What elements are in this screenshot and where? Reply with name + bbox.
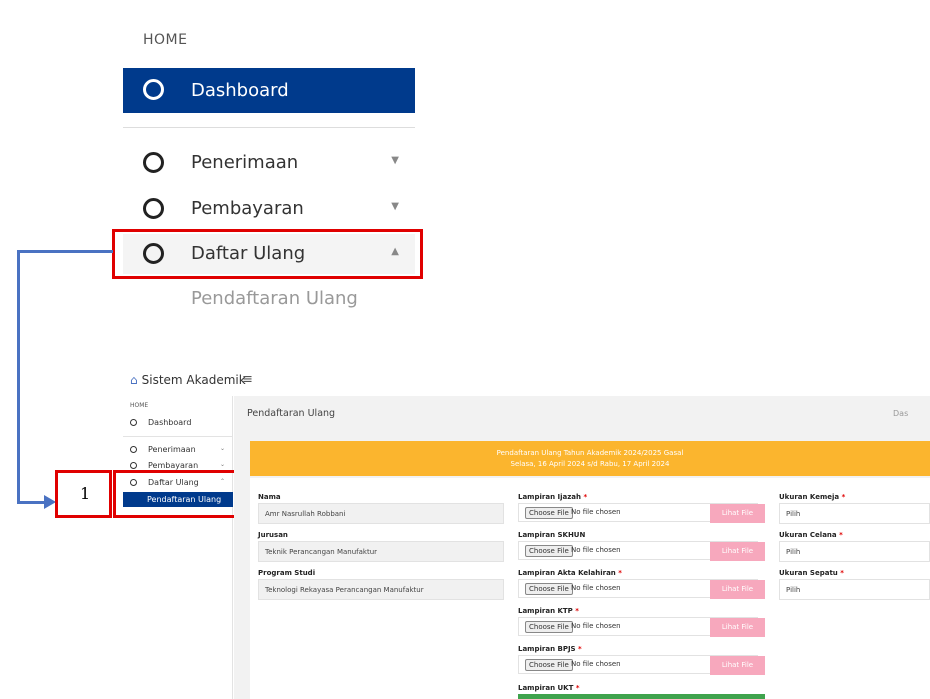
choose-file-button[interactable]: Choose File [525,583,573,595]
circle-icon [143,152,164,173]
choose-file-button[interactable]: Choose File [525,545,573,557]
circle-icon [130,462,137,469]
sidebar-divider [123,436,233,437]
circle-icon [143,198,164,219]
sidebar-home-label: HOME [130,402,149,409]
choose-file-button[interactable]: Choose File [525,507,573,519]
program-studi-label: Program Studi [258,569,316,577]
lihat-file-akta-button[interactable]: Lihat File [710,580,765,599]
ukuran-celana-label: Ukuran Celana * [779,531,843,539]
ijazah-label: Lampiran Ijazah * [518,493,588,501]
ktp-label: Lampiran KTP * [518,607,579,615]
chevron-down-icon: ⌄ [219,461,225,468]
sidebar-item-dashboard[interactable]: Dashboard [130,418,230,430]
app-title-text: Sistem Akademik [141,373,246,387]
banner-title: Pendaftaran Ulang Tahun Akademik 2024/20… [496,449,684,457]
lihat-file-ijazah-button[interactable]: Lihat File [710,504,765,523]
jurusan-label: Jurusan [258,531,288,539]
zoom-menu-pembayaran[interactable]: Pembayaran ▼ [123,189,415,229]
sidebar [123,396,233,699]
jurusan-field[interactable]: Teknik Perancangan Manufaktur [258,541,504,562]
file-status: No file chosen [571,660,621,668]
file-status: No file chosen [571,508,621,516]
home-logo-icon: ⌂ [130,373,138,387]
ukuran-kemeja-label: Ukuran Kemeja * [779,493,846,501]
chevron-down-icon: ⌄ [219,445,225,452]
ukuran-celana-select[interactable]: Pilih [779,541,930,562]
choose-file-button[interactable]: Choose File [525,659,573,671]
hamburger-menu-icon[interactable]: ≡ [242,372,253,387]
circle-icon [130,446,137,453]
chevron-down-icon: ▼ [391,201,399,212]
program-studi-field[interactable]: Teknologi Rekayasa Perancangan Manufaktu… [258,579,504,600]
zoom-menu-label: Penerimaan [191,152,299,173]
ukuran-sepatu-label: Ukuran Sepatu * [779,569,844,577]
callout-number: 1 [80,484,91,503]
sidebar-item-label: Pembayaran [148,461,199,470]
file-status: No file chosen [571,584,621,592]
file-status: No file chosen [571,622,621,630]
zoom-divider [123,127,415,128]
lihat-file-ktp-button[interactable]: Lihat File [710,618,765,637]
highlight-box-sidebar [113,470,243,518]
breadcrumb[interactable]: Das [893,409,908,418]
circle-icon [143,79,164,100]
nama-field[interactable]: Amr Nasrullah Robbani [258,503,504,524]
skhun-label: Lampiran SKHUN [518,531,586,539]
callout-box: 1 [55,470,112,518]
zoom-submenu-pendaftaran-ulang[interactable]: Pendaftaran Ulang [191,288,358,309]
lihat-file-bpjs-button[interactable]: Lihat File [710,656,765,675]
ukt-upload-button[interactable] [518,694,765,699]
app-title: ⌂ Sistem Akademik [130,373,246,387]
sidebar-item-penerimaan[interactable]: Penerimaan ⌄ [130,445,230,457]
ukuran-sepatu-select[interactable]: Pilih [779,579,930,600]
zoom-menu-penerimaan[interactable]: Penerimaan ▼ [123,143,415,183]
zoom-dashboard-item[interactable]: Dashboard [123,68,415,113]
ukt-label: Lampiran UKT * [518,684,580,692]
file-status: No file chosen [571,546,621,554]
banner-dates: Selasa, 16 April 2024 s/d Rabu, 17 April… [510,460,670,468]
circle-icon [130,419,137,426]
bpjs-label: Lampiran BPJS * [518,645,582,653]
registration-banner: Pendaftaran Ulang Tahun Akademik 2024/20… [250,441,930,476]
ukuran-kemeja-select[interactable]: Pilih [779,503,930,524]
zoom-dashboard-label: Dashboard [191,80,289,101]
highlight-box-daftar-ulang [112,229,423,279]
connector-line-top [17,250,113,253]
zoom-home-label: HOME [143,32,188,48]
lihat-file-skhun-button[interactable]: Lihat File [710,542,765,561]
sidebar-item-label: Dashboard [148,418,192,427]
chevron-down-icon: ▼ [391,155,399,166]
nama-label: Nama [258,493,281,501]
zoom-menu-label: Pembayaran [191,198,304,219]
sidebar-item-label: Penerimaan [148,445,196,454]
connector-line-vertical [17,250,20,504]
akta-label: Lampiran Akta Kelahiran * [518,569,622,577]
choose-file-button[interactable]: Choose File [525,621,573,633]
page-title: Pendaftaran Ulang [247,408,336,419]
